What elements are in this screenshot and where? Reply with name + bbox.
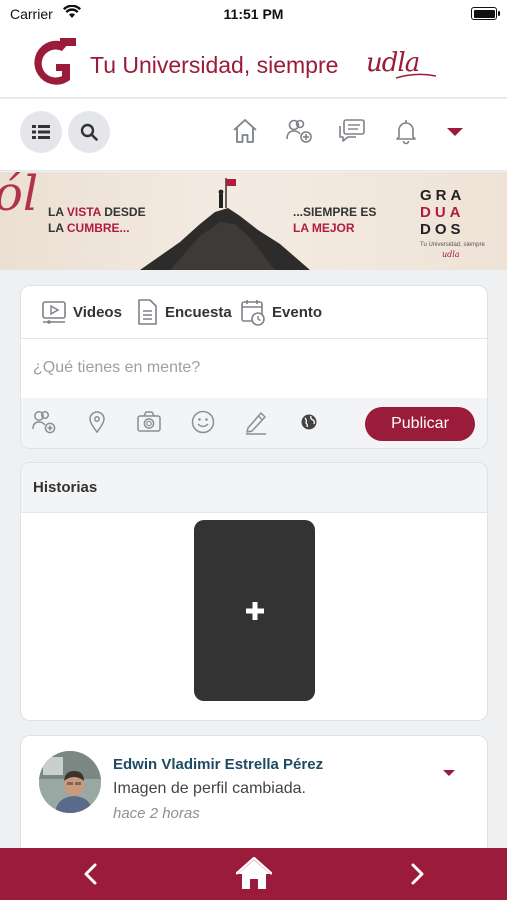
graduados-line: DOS: [420, 221, 465, 238]
search-button[interactable]: [68, 111, 110, 153]
graduados-subtitle: Tu Universidad, siempre: [420, 242, 485, 248]
composer-toolbar: Publicar: [21, 398, 487, 448]
calendar-icon: [241, 300, 265, 326]
home-icon[interactable]: [231, 117, 259, 145]
banner-text: DESDE: [100, 205, 146, 219]
banner-text: LA: [48, 221, 67, 235]
udla-swoosh-icon: [396, 73, 436, 79]
bottom-nav-bar: [0, 848, 507, 900]
brand-tagline: Tu Universidad, siempre: [90, 52, 339, 78]
tab-encuesta[interactable]: Encuesta: [135, 297, 232, 327]
status-bar: Carrier 11:51 PM: [0, 0, 507, 28]
mountain-illustration: [140, 178, 310, 270]
graduados-line: GRA: [420, 187, 466, 204]
friends-icon[interactable]: [285, 117, 313, 145]
banner-text-highlight: VISTA: [66, 205, 101, 219]
tab-videos[interactable]: Videos: [41, 297, 122, 327]
add-story-button[interactable]: [194, 520, 315, 701]
forward-button[interactable]: [398, 848, 438, 900]
post-text-input[interactable]: [21, 340, 487, 396]
list-icon: [32, 125, 50, 139]
clock: 11:51 PM: [223, 6, 284, 22]
search-icon: [80, 123, 98, 141]
plus-icon: [245, 601, 264, 620]
university-logo-icon: [34, 38, 76, 85]
banner-text: ...SIEMPRE ES: [293, 205, 377, 219]
caret-down-icon[interactable]: [447, 128, 463, 136]
location-icon[interactable]: [84, 409, 110, 435]
graduados-line: DUA: [420, 204, 465, 221]
post-timestamp: hace 2 horas: [113, 805, 200, 822]
battery-icon: [471, 7, 500, 20]
home-icon: [236, 857, 272, 889]
forward-icon: [411, 863, 424, 885]
feed-post: Edwin Vladimir Estrella Pérez Imagen de …: [20, 735, 488, 865]
back-button[interactable]: [70, 848, 110, 900]
avatar[interactable]: [39, 751, 101, 813]
video-icon: [42, 301, 66, 324]
menu-button[interactable]: [20, 111, 62, 153]
home-button[interactable]: [230, 848, 278, 900]
stories-title: Historias: [21, 463, 487, 513]
tab-label: Evento: [272, 303, 323, 321]
messages-icon[interactable]: [338, 117, 366, 145]
tab-evento[interactable]: Evento: [240, 297, 322, 327]
banner-right-text: ...SIEMPRE ES LA MEJOR: [293, 204, 376, 236]
composer-tabs: Videos Encuesta Evento: [21, 286, 487, 339]
banner-text-highlight: CUMBRE...: [66, 221, 130, 235]
emoji-icon[interactable]: [190, 409, 216, 435]
post-options-caret-icon[interactable]: [443, 770, 455, 776]
banner-text: LA: [48, 205, 67, 219]
poll-icon: [138, 299, 157, 325]
tab-label: Videos: [73, 303, 122, 321]
banner-left-text: LA VISTA DESDE LA CUMBRE...: [48, 204, 146, 236]
bell-icon[interactable]: [392, 117, 420, 145]
pencil-icon[interactable]: [243, 409, 269, 435]
graduados-logo: GRA DUA DOS: [420, 187, 465, 238]
tab-label: Encuesta: [165, 303, 232, 321]
post-composer: Videos Encuesta Evento ¿Qué tienes en me…: [20, 285, 488, 449]
graduados-mini-logo: udla: [442, 250, 460, 259]
post-author-link[interactable]: Edwin Vladimir Estrella Pérez: [113, 756, 323, 773]
stories-card: Historias: [20, 462, 488, 721]
post-text: Imagen de perfil cambiada.: [113, 780, 306, 797]
banner-script-decoration: ól: [0, 172, 39, 222]
promo-banner[interactable]: ól LA VISTA DESDE LA CUMBRE... ...SIEMPR…: [0, 172, 507, 270]
avatar-photo: [39, 751, 101, 813]
brand-header: Tu Universidad, siempre udla: [0, 28, 507, 98]
publish-button[interactable]: Publicar: [365, 407, 475, 441]
globe-icon[interactable]: [296, 409, 322, 435]
top-nav-bar: [0, 99, 507, 171]
camera-icon[interactable]: [136, 409, 162, 435]
banner-text-highlight: LA MEJOR: [293, 221, 355, 235]
back-icon: [84, 863, 97, 885]
tag-friends-icon[interactable]: [31, 409, 57, 435]
